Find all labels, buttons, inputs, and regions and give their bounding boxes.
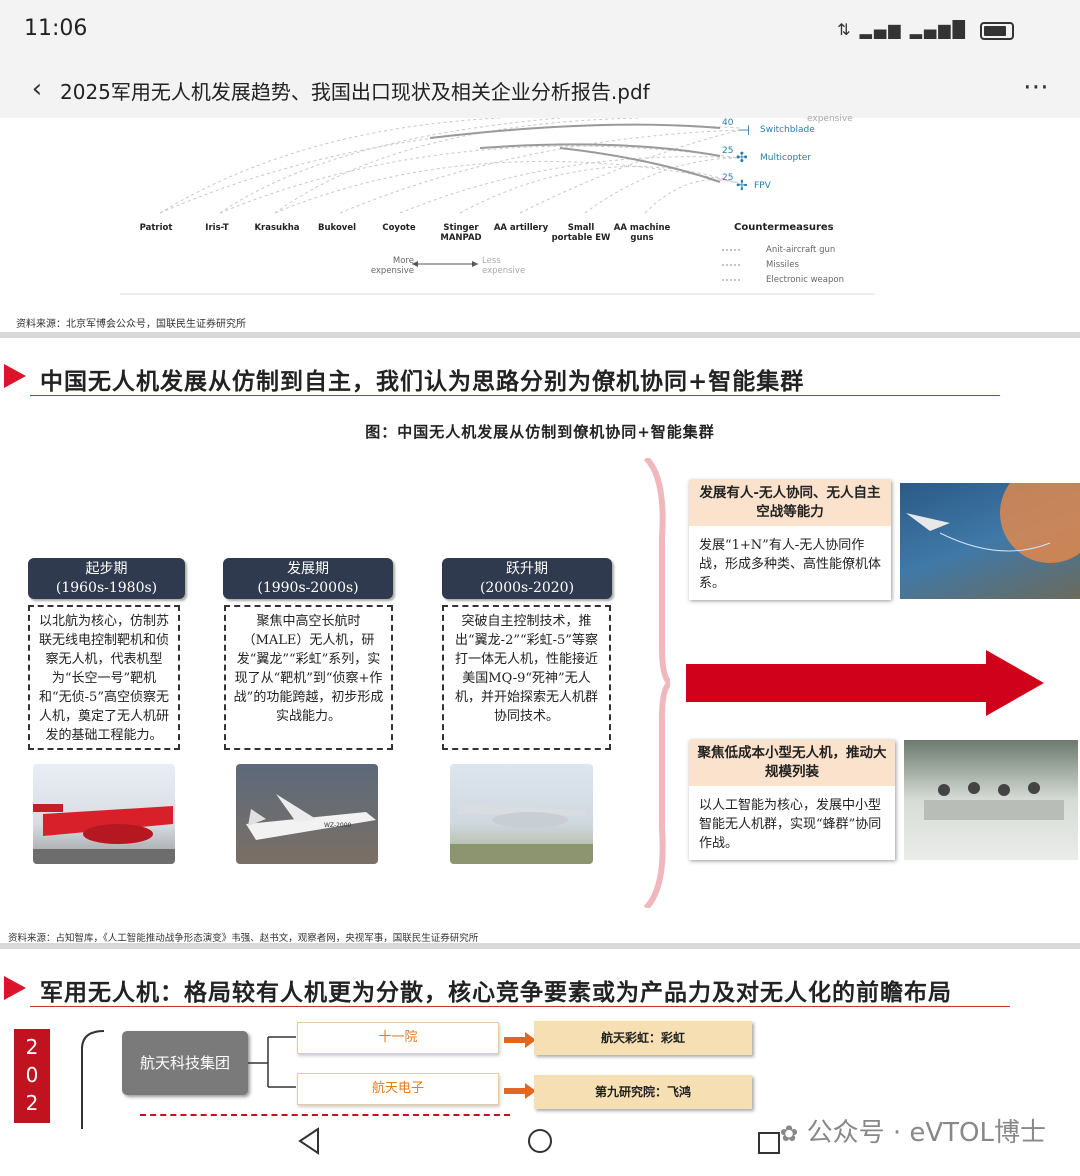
more-options-button[interactable]: ⋯	[1023, 72, 1050, 102]
card-body: 发展“1+N”有人-无人协同作战，形成多种类、高性能僚机体系。	[699, 538, 882, 591]
status-time: 11:06	[24, 16, 88, 41]
phase-description: 突破自主控制技术，推出“翼龙-2”“彩虹-5”等察打一体无人机，性能接近美国MQ…	[442, 605, 611, 750]
signal-icon-2: ▂▄▆█	[909, 20, 967, 39]
phase-years: (2000s-2020)	[479, 580, 575, 596]
phase-header: 发展期 (1990s-2000s)	[223, 558, 393, 599]
nav-back-icon[interactable]	[296, 1126, 322, 1156]
watermark: ✿ 公众号 · eVTOL博士	[780, 1112, 1046, 1149]
value-label: 40	[722, 118, 734, 128]
future-direction-arrow	[686, 650, 1044, 716]
phase-name: 起步期	[85, 561, 128, 577]
target-drone-photo	[33, 764, 175, 864]
phase-years: (1960s-1980s)	[55, 580, 158, 596]
phase-header: 跃升期 (2000s-2020)	[442, 558, 612, 599]
wz2000-photo: WZ-2000	[236, 764, 378, 864]
phase-name: 跃升期	[506, 561, 548, 577]
app-title-bar: ‹ 2025军用无人机发展趋势、我国出口现状及相关企业分析报告.pdf ⋯	[0, 62, 1080, 118]
title-underline	[30, 395, 1000, 396]
drone-label: FPV	[754, 181, 771, 191]
slide-title: 中国无人机发展从仿制到自主，我们认为思路分别为僚机协同+智能集群	[40, 368, 805, 395]
year-badge: 2 0 2	[14, 1029, 50, 1123]
value-label: 25	[722, 173, 734, 183]
phase-name: 发展期	[287, 561, 329, 577]
cost-less-label: Less expensive	[482, 256, 526, 276]
wing-loong-photo	[450, 764, 593, 864]
future-card: 聚焦低成本小型无人机，推动大规模列装 以人工智能为核心，发展中小型智能无人机群，…	[689, 740, 895, 860]
network-diagram	[120, 118, 875, 295]
cost-more-label: More expensive	[370, 256, 414, 276]
phase-header: 起步期 (1960s-1980s)	[28, 558, 185, 599]
battery-icon	[980, 21, 1014, 40]
switchblade-icon: ⊣	[738, 123, 751, 139]
weapon-label: Bukovel	[317, 223, 356, 233]
card-body: 以人工智能为核心，发展中小型智能无人机群，实现“蜂群”协同作战。	[699, 798, 882, 851]
phase-description: 以北航为核心，仿制苏联无线电控制靶机和侦察无人机，代表机型为“长空一号”靶机和“…	[28, 605, 180, 750]
source-note: 资料来源：北京军博会公众号，国联民生证券研究所	[16, 319, 246, 330]
timeline-bracket	[643, 458, 670, 908]
unit-box: 十一院	[297, 1022, 499, 1054]
top-note: expensive	[807, 114, 853, 124]
drone-label: Switchblade	[760, 125, 815, 135]
unit-box: 航天电子	[297, 1073, 499, 1105]
card-heading: 聚焦低成本小型无人机，推动大规模列装	[689, 740, 895, 786]
multicopter-icon: ✣	[736, 150, 748, 166]
year-digit: 0	[25, 1063, 39, 1087]
product-box: 第九研究院：飞鸿	[534, 1075, 752, 1109]
photo-label: WZ-2000	[324, 822, 352, 829]
weapon-label: Coyote	[382, 223, 416, 233]
phase-years: (1990s-2000s)	[257, 580, 359, 596]
phase-description: 聚焦中高空长航时（MALE）无人机，研发“翼龙”“彩虹”系列，实现了从“靶机”到…	[224, 605, 393, 750]
status-icons: ⇅ ▂▄▆ ▂▄▆█	[837, 20, 1014, 40]
document-title: 2025军用无人机发展趋势、我国出口现状及相关企业分析报告.pdf	[60, 80, 650, 104]
weapon-label: Small portable EW	[551, 223, 611, 243]
arrow-icon	[504, 1083, 536, 1099]
year-digit: 2	[25, 1035, 39, 1059]
source-note: 资料来源：占知智库，《人工智能推动战争形态演变》韦强、赵书文，观察者网，央视军事…	[8, 933, 479, 943]
back-button[interactable]: ‹	[22, 74, 52, 104]
pdf-page-1: 40 25 25 expensive ⊣ Switchblade ✣ Multi…	[0, 114, 1080, 332]
group-box: 航天科技集团	[122, 1031, 248, 1095]
figure-caption: 图：中国无人机发展从仿制到僚机协同+智能集群	[365, 423, 715, 441]
pdf-page-2: 中国无人机发展从仿制到自主，我们认为思路分别为僚机协同+智能集群 图：中国无人机…	[0, 338, 1080, 943]
countermeasure-label: Electronic weapon	[766, 275, 844, 285]
value-label: 25	[722, 146, 734, 156]
status-bar: 11:06 ⇅ ▂▄▆ ▂▄▆█	[0, 0, 1080, 62]
future-card: 发展有人-无人协同、无人自主空战等能力 发展“1+N”有人-无人协同作战，形成多…	[689, 480, 891, 600]
data-icon: ⇅	[837, 20, 853, 39]
weapon-label: Patriot	[139, 223, 173, 233]
drone-expo-photo	[904, 740, 1078, 860]
countermeasures-title: Countermeasures	[734, 222, 834, 233]
nav-recents-icon[interactable]	[756, 1130, 782, 1156]
slide-title: 军用无人机：格局较有人机更为分散，核心竞争要素或为产品力及对无人化的前瞻布局	[40, 979, 952, 1006]
nav-home-icon[interactable]	[526, 1126, 554, 1156]
title-marker-icon	[4, 976, 26, 1000]
manned-unmanned-photo	[900, 483, 1080, 599]
watermark-text: 公众号 · eVTOL博士	[806, 1118, 1046, 1148]
signal-icon: ▂▄▆	[859, 20, 903, 39]
fpv-icon: ✢	[736, 178, 748, 194]
title-underline	[30, 1006, 1010, 1007]
weapon-label: AA machine guns	[613, 223, 671, 243]
title-marker-icon	[4, 364, 26, 388]
product-box: 航天彩虹：彩虹	[534, 1021, 752, 1055]
countermeasure-label: Anit-aircraft gun	[766, 245, 836, 255]
drone-label: Multicopter	[760, 153, 811, 163]
countermeasure-label: Missiles	[766, 260, 799, 270]
arrow-icon	[504, 1032, 536, 1048]
card-heading: 发展有人-无人协同、无人自主空战等能力	[689, 480, 891, 526]
wechat-icon: ✿	[779, 1122, 799, 1147]
